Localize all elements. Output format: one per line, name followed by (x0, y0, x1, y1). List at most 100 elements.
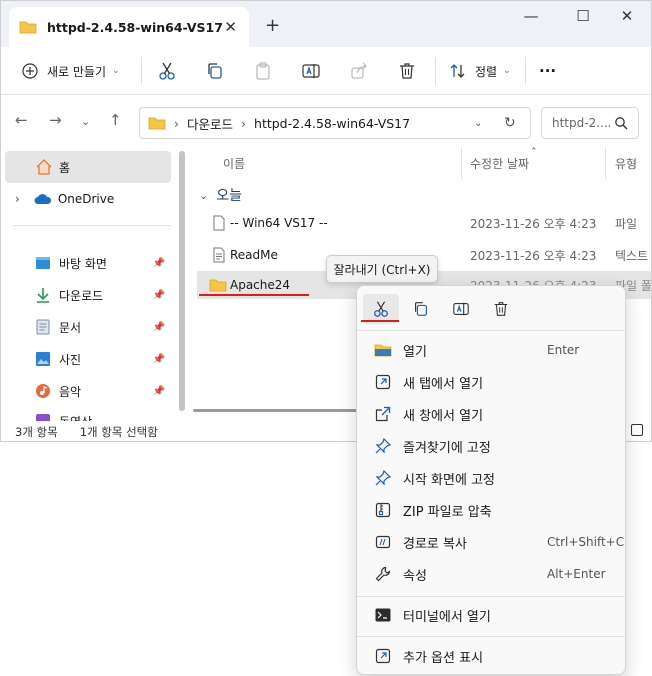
sidebar-item-label: OneDrive (57, 192, 115, 206)
share-button[interactable] (349, 59, 369, 83)
pin-icon[interactable]: 📌 (153, 386, 165, 397)
menu-item-terminal[interactable]: 터미널에서 열기 (361, 599, 623, 631)
sidebar-item-documents[interactable]: 문서 📌 (5, 311, 171, 343)
copy-path-icon (373, 532, 393, 552)
menu-item-open-new-tab[interactable]: 새 탭에서 열기 (361, 366, 623, 398)
column-header-type[interactable]: 유형 (615, 155, 637, 172)
sidebar-item-onedrive[interactable]: › OneDrive (5, 183, 171, 215)
title-bar: httpd-2.4.58-win64-VS17 ✕ + — ☐ ✕ (1, 1, 651, 47)
menu-item-label: 즐겨찾기에 고정 (403, 440, 491, 456)
sidebar-item-videos[interactable]: 동영상 (5, 407, 171, 421)
search-input[interactable]: httpd-2.... (552, 116, 611, 130)
pin-icon (373, 468, 393, 488)
refresh-icon[interactable]: ↻ (504, 115, 516, 131)
menu-item-properties[interactable]: 속성 Alt+Enter (361, 558, 623, 590)
menu-divider (357, 330, 627, 331)
toolbar-divider (525, 57, 526, 85)
column-header-name[interactable]: 이름 (223, 155, 245, 172)
chevron-down-icon: ⌄ (503, 66, 511, 76)
pin-icon[interactable]: 📌 (153, 354, 165, 365)
collapse-chevron-icon: ⌄ (199, 188, 209, 202)
trash-icon (494, 302, 508, 316)
minimize-button[interactable]: — (511, 7, 551, 25)
cut-tooltip: 잘라내기 (Ctrl+X) (326, 255, 438, 283)
menu-item-label: 새 창에서 열기 (403, 408, 484, 424)
sidebar-item-downloads[interactable]: 다운로드 📌 (5, 279, 171, 311)
maximize-button[interactable]: ☐ (563, 7, 603, 25)
sidebar-item-desktop[interactable]: 바탕 화면 📌 (5, 247, 171, 279)
close-tab-icon[interactable]: ✕ (224, 18, 237, 36)
navigation-pane: 홈 › OneDrive 바탕 화면 📌 다운로드 📌 문서 📌 사진 📌 음악… (1, 147, 187, 421)
menu-item-pin-start[interactable]: 시작 화면에 고정 (361, 462, 623, 494)
sidebar-scrollbar[interactable] (179, 151, 185, 411)
new-button-label: 새로 만들기 (47, 64, 107, 79)
recent-chevron-icon[interactable]: ⌄ (81, 115, 90, 128)
expand-chevron-icon[interactable]: › (15, 192, 20, 206)
sort-label: 정렬 (475, 64, 498, 79)
item-count: 3개 항목 (15, 425, 58, 439)
menu-delete-button[interactable] (483, 294, 519, 324)
cut-button[interactable] (157, 59, 177, 83)
file-modified: 2023-11-26 오후 4:23 (470, 216, 597, 231)
up-arrow-icon[interactable]: ↑ (109, 111, 122, 129)
picture-icon (36, 352, 50, 366)
menu-item-pin-quick-access[interactable]: 즐겨찾기에 고정 (361, 430, 623, 462)
dropdown-chevron-icon[interactable]: ⌄ (474, 118, 482, 129)
new-button[interactable]: 새로 만들기 ⌄ (21, 59, 120, 83)
more-options-button[interactable]: ··· (539, 59, 556, 83)
sidebar-item-label: 사진 (59, 352, 82, 367)
new-tab-button[interactable]: + (265, 15, 280, 36)
rename-button[interactable] (301, 59, 321, 83)
menu-item-more-options[interactable]: 추가 옵션 표시 (361, 640, 623, 672)
sidebar-item-home[interactable]: 홈 (5, 151, 171, 183)
close-window-button[interactable]: ✕ (607, 7, 647, 25)
breadcrumb-current[interactable]: httpd-2.4.58-win64-VS17 (254, 116, 410, 131)
rename-icon (453, 302, 469, 316)
file-row-win64[interactable]: -- Win64 VS17 -- 2023-11-26 오후 4:23 파일 (197, 209, 651, 237)
menu-item-label: 경로로 복사 (403, 536, 467, 552)
file-name: -- Win64 VS17 -- (230, 216, 328, 230)
paste-button[interactable] (253, 59, 273, 83)
sidebar-item-label: 동영상 (59, 413, 92, 421)
menu-item-shortcut: Ctrl+Shift+C (547, 535, 625, 549)
file-modified: 2023-11-26 오후 4:23 (470, 248, 597, 263)
breadcrumb-separator-icon: › (241, 115, 247, 131)
more-options-icon (373, 646, 393, 666)
sort-icon (450, 64, 465, 78)
address-bar[interactable]: › 다운로드 › httpd-2.4.58-win64-VS17 ⌄ ↻ (139, 107, 531, 139)
group-header-today[interactable]: ⌄ 오늘 (199, 185, 242, 205)
column-header-modified[interactable]: 수정한 날짜 (470, 155, 529, 172)
menu-item-zip[interactable]: ZIP 파일로 압축 (361, 494, 623, 526)
details-view-icon[interactable] (631, 424, 643, 436)
folder-icon (19, 21, 37, 34)
menu-item-label: 새 탭에서 열기 (403, 376, 484, 392)
music-icon (36, 384, 50, 398)
pin-icon[interactable]: 📌 (153, 290, 165, 301)
forward-arrow-icon[interactable]: → (49, 111, 62, 129)
menu-item-open[interactable]: 열기 Enter (361, 334, 623, 366)
search-icon (615, 117, 628, 130)
sidebar-item-pictures[interactable]: 사진 📌 (5, 343, 171, 375)
plus-circle-icon (22, 63, 38, 79)
desktop-icon (36, 257, 50, 269)
menu-item-label: 추가 옵션 표시 (403, 650, 484, 666)
search-box[interactable]: httpd-2.... (541, 107, 639, 139)
pin-icon[interactable]: 📌 (153, 258, 165, 269)
sort-button[interactable]: 정렬 ⌄ (449, 59, 511, 83)
back-arrow-icon[interactable]: ← (15, 111, 28, 129)
delete-button[interactable] (397, 59, 417, 83)
wrench-icon (373, 564, 393, 584)
breadcrumb-downloads[interactable]: 다운로드 (187, 114, 233, 133)
sidebar-item-music[interactable]: 음악 📌 (5, 375, 171, 407)
pin-icon[interactable]: 📌 (153, 322, 165, 333)
terminal-icon (373, 605, 393, 625)
menu-item-open-new-window[interactable]: 새 창에서 열기 (361, 398, 623, 430)
tab-httpd[interactable]: httpd-2.4.58-win64-VS17 ✕ (9, 7, 249, 47)
breadcrumb-separator-icon: › (174, 115, 179, 131)
column-divider (605, 147, 606, 179)
copy-button[interactable] (205, 59, 225, 83)
menu-copy-button[interactable] (403, 294, 439, 324)
folder-icon (209, 279, 227, 292)
menu-rename-button[interactable] (443, 294, 479, 324)
menu-item-copy-path[interactable]: 경로로 복사 Ctrl+Shift+C (361, 526, 625, 558)
